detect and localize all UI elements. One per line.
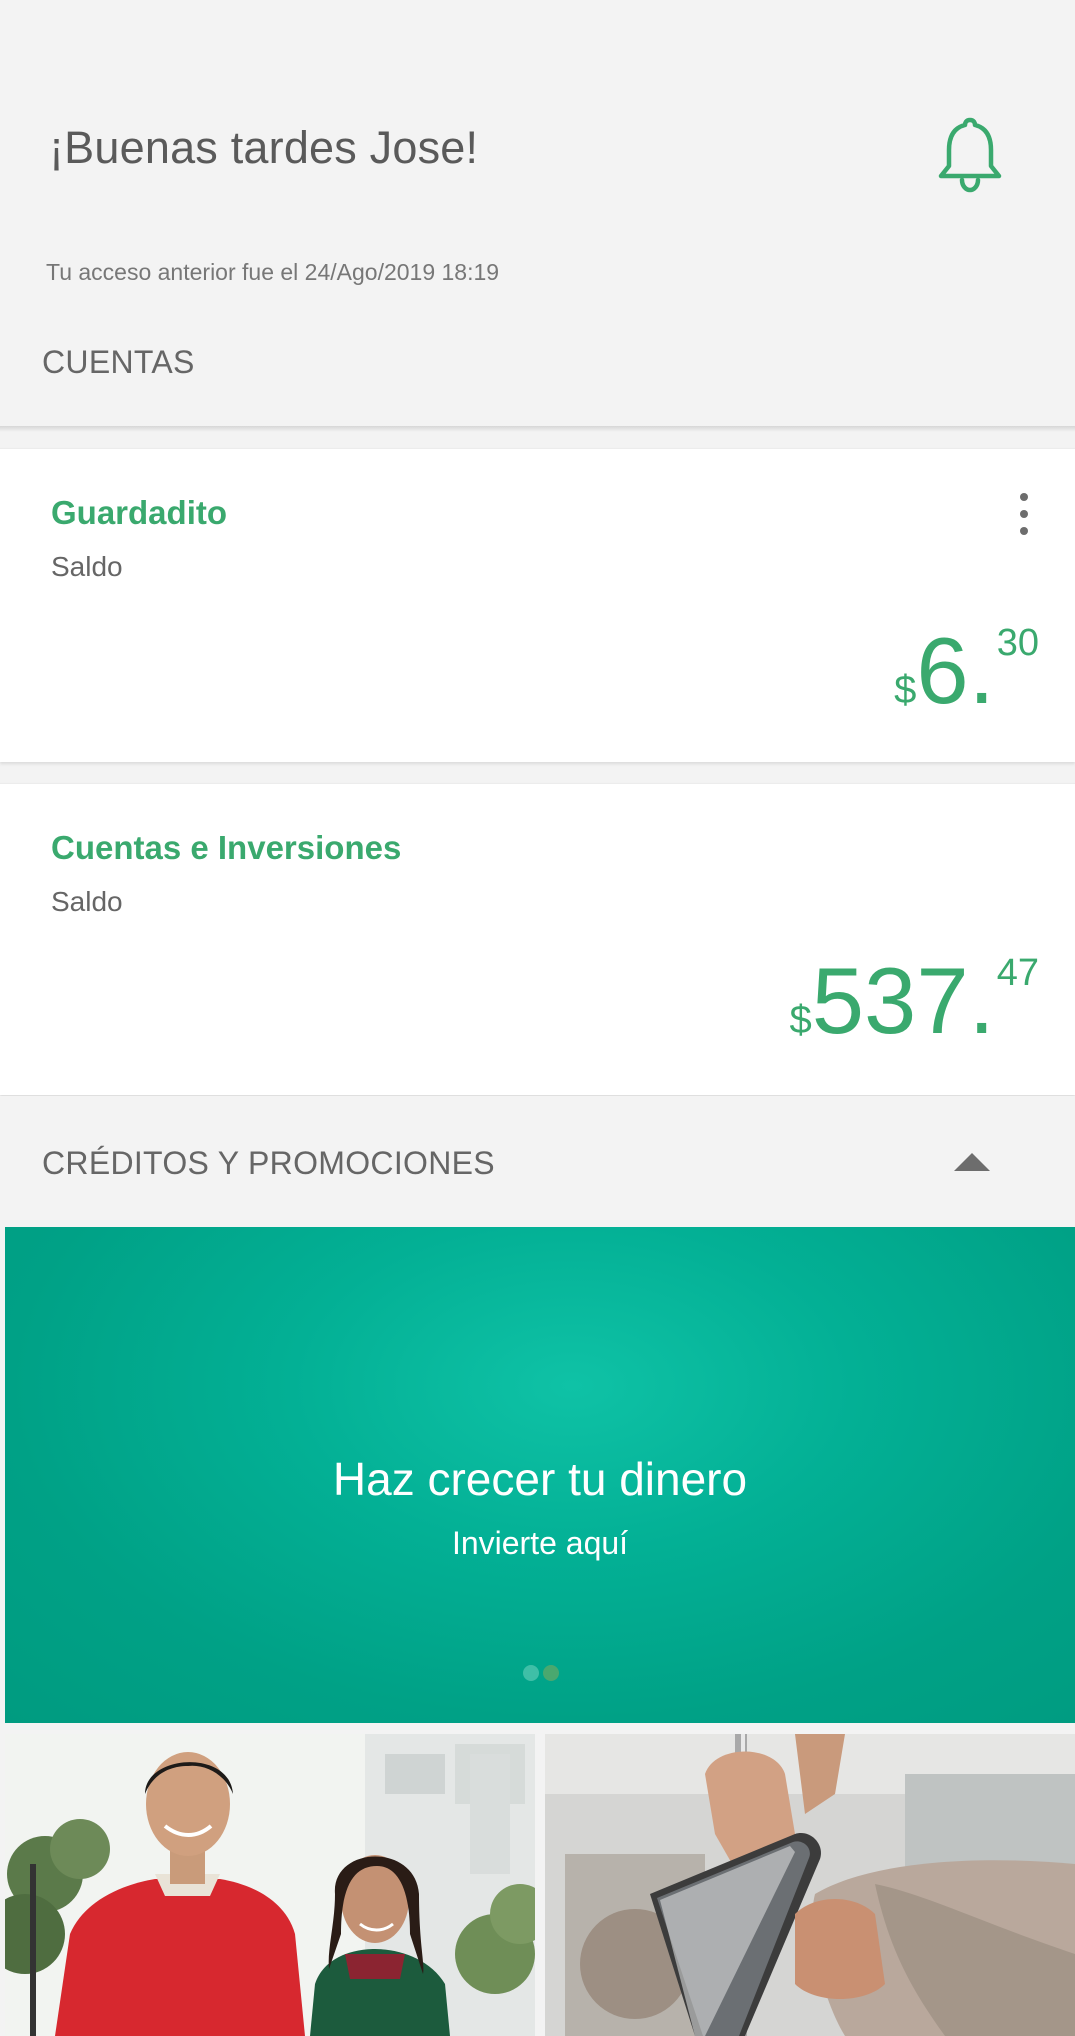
- currency-symbol: $: [894, 668, 917, 712]
- section-title-promociones: CRÉDITOS Y PROMOCIONES: [42, 1145, 495, 1181]
- more-vertical-icon[interactable]: [1012, 493, 1036, 545]
- carousel-indicator[interactable]: [523, 1665, 563, 1681]
- balance-integer: 537.: [811, 948, 995, 1053]
- promo-tile-couple-photo[interactable]: [5, 1734, 535, 2036]
- account-balance: $6.30: [894, 624, 1039, 718]
- header-divider: [0, 426, 1075, 432]
- chevron-up-icon[interactable]: [954, 1153, 990, 1171]
- section-title-cuentas: CUENTAS: [42, 344, 195, 380]
- currency-symbol: $: [789, 998, 812, 1042]
- bell-icon[interactable]: [936, 114, 1004, 194]
- greeting-text: ¡Buenas tardes Jose!: [49, 122, 479, 173]
- balance-cents: 47: [996, 952, 1039, 994]
- home-header: ¡Buenas tardes Jose! Tu acceso anterior …: [0, 0, 1075, 428]
- account-name: Guardadito: [51, 494, 228, 531]
- account-card-cuentas-inversiones[interactable]: Cuentas e Inversiones Saldo $537.47: [0, 783, 1075, 1095]
- balance-cents: 30: [996, 622, 1039, 664]
- account-card-guardadito[interactable]: Guardadito Saldo $6.30: [0, 448, 1075, 762]
- banner-title: Haz crecer tu dinero: [332, 1453, 748, 1505]
- account-balance-label: Saldo: [51, 551, 123, 582]
- account-name: Cuentas e Inversiones: [51, 829, 402, 866]
- carousel-dot-active[interactable]: [543, 1665, 559, 1681]
- last-access-text: Tu acceso anterior fue el 24/Ago/2019 18…: [46, 259, 500, 285]
- carousel-dot[interactable]: [523, 1665, 539, 1681]
- balance-integer: 6.: [916, 618, 995, 723]
- account-balance-label: Saldo: [51, 886, 123, 917]
- promo-banner[interactable]: Haz crecer tu dinero Invierte aquí: [5, 1227, 1075, 1723]
- promo-tile-phone-photo[interactable]: [545, 1734, 1075, 2036]
- account-balance: $537.47: [790, 954, 1039, 1048]
- banner-subtitle: Invierte aquí: [451, 1525, 629, 1561]
